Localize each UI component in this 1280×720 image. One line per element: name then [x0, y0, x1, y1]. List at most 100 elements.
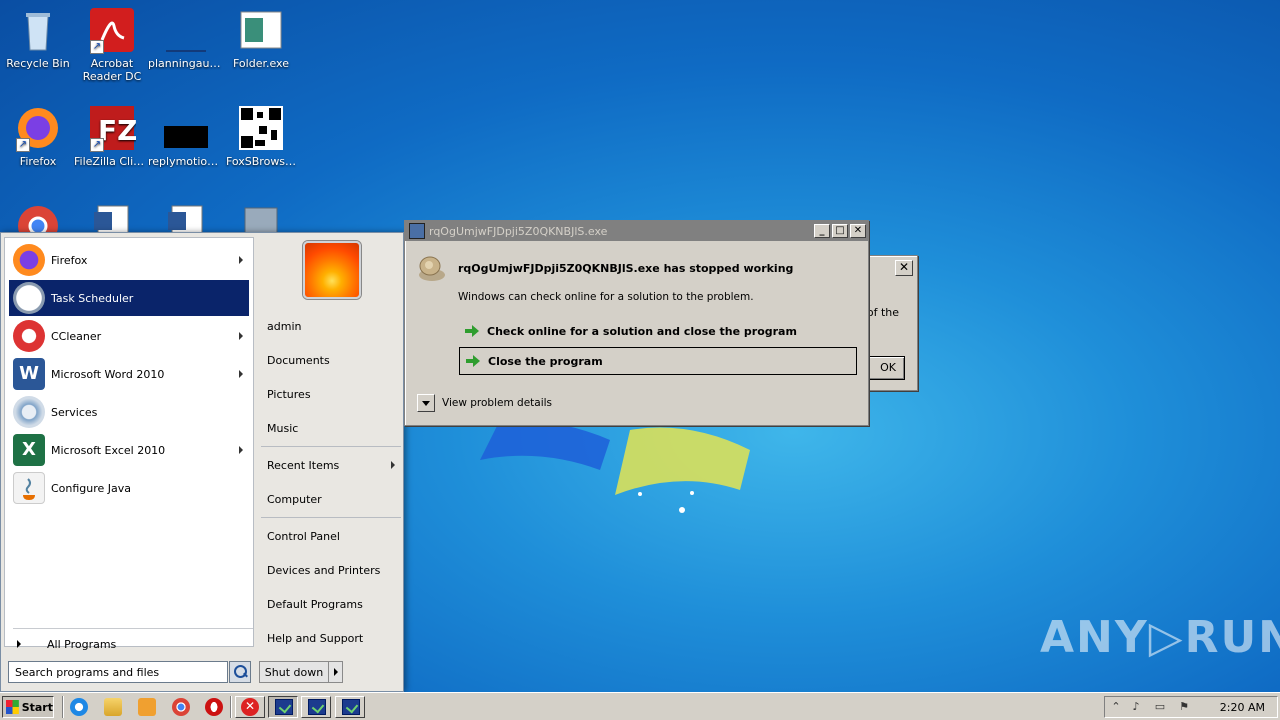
start-link-default-programs[interactable]: Default Programs [259, 590, 401, 618]
network-icon[interactable]: ▭ [1153, 700, 1167, 714]
command-label: Check online for a solution and close th… [487, 324, 797, 338]
app-window-icon [275, 699, 293, 715]
internet-explorer-icon[interactable] [70, 698, 88, 716]
firefox-icon [13, 244, 45, 276]
start-menu: Firefox Task Scheduler CCleaner W Micros… [0, 232, 404, 692]
start-link-admin[interactable]: admin [259, 312, 401, 340]
opera-icon[interactable] [205, 698, 223, 716]
clock[interactable]: 2:20 AM [1220, 701, 1265, 714]
ok-button[interactable]: OK [865, 356, 905, 380]
taskbar-task-3[interactable] [335, 696, 365, 718]
desktop-icon-firefox[interactable]: ↗ Firefox [0, 104, 76, 168]
start-item-label: Configure Java [51, 481, 132, 495]
shutdown-button[interactable]: Shut down [259, 661, 343, 683]
folder-icon[interactable] [104, 698, 122, 716]
chrome-icon[interactable] [172, 698, 190, 716]
divider [13, 628, 253, 629]
acrobat-icon: ↗ [88, 6, 136, 54]
action-center-flag-icon[interactable]: ⚑ [1177, 700, 1191, 714]
start-link-label: Music [267, 421, 299, 435]
taskbar-task-2[interactable] [301, 696, 331, 718]
start-item-task-scheduler[interactable]: Task Scheduler [9, 280, 249, 316]
start-link-music[interactable]: Music [259, 414, 401, 442]
shortcut-arrow-icon: ↗ [16, 138, 30, 152]
desktop-icon-label: Acrobat Reader DC [82, 57, 142, 83]
desktop-icon-filezilla[interactable]: FZ ↗ FileZilla Client [74, 104, 150, 168]
start-button[interactable]: Start [2, 696, 54, 718]
close-program-button[interactable]: Close the program [459, 347, 857, 375]
desktop-icon-replymotion[interactable]: replymotion… [148, 104, 224, 168]
start-link-pictures[interactable]: Pictures [259, 380, 401, 408]
desktop-icon-folder-exe[interactable]: Folder.exe [223, 6, 299, 70]
shortcut-arrow-icon: ↗ [90, 40, 104, 54]
minimize-button[interactable]: _ [814, 224, 830, 238]
search-icon[interactable] [229, 661, 251, 683]
start-item-word[interactable]: W Microsoft Word 2010 [9, 356, 249, 392]
file-icon [162, 104, 210, 152]
windows-flag-icon [6, 700, 19, 714]
desktop-icon-planningaut[interactable]: planningaut… [148, 6, 224, 70]
volume-icon[interactable]: ♪ [1129, 700, 1143, 714]
green-arrow-icon [466, 354, 480, 368]
taskbar-task-error[interactable]: ✕ [235, 696, 265, 718]
divider [62, 696, 64, 718]
close-icon[interactable]: ✕ [895, 260, 913, 276]
start-item-label: Task Scheduler [51, 291, 134, 305]
error-subtext: Windows can check online for a solution … [458, 291, 754, 303]
desktop-icon-label: replymotion… [148, 155, 224, 168]
start-link-devices-printers[interactable]: Devices and Printers [259, 556, 401, 584]
start-link-recent-items[interactable]: Recent Items [259, 451, 401, 479]
start-item-excel[interactable]: X Microsoft Excel 2010 [9, 432, 249, 468]
error-heading: rqOgUmjwFJDpji5Z0QKNBJlS.exe has stopped… [458, 262, 794, 275]
ccleaner-icon [13, 320, 45, 352]
recycle-bin-icon [14, 6, 62, 54]
shutdown-options-arrow-icon[interactable] [328, 662, 342, 682]
start-link-label: Control Panel [267, 529, 340, 543]
desktop-icon-foxsbrows[interactable]: FoxSBrows… [223, 104, 299, 168]
start-link-documents[interactable]: Documents [259, 346, 401, 374]
check-online-button[interactable]: Check online for a solution and close th… [459, 317, 857, 345]
start-link-computer[interactable]: Computer [259, 485, 401, 513]
application-icon [409, 223, 425, 239]
view-details-link[interactable]: View problem details [442, 397, 552, 409]
shortcut-arrow-icon: ↗ [90, 138, 104, 152]
start-link-help-support[interactable]: Help and Support [259, 624, 401, 652]
start-item-services[interactable]: Services [9, 394, 249, 430]
start-link-label: Devices and Printers [267, 563, 381, 577]
all-programs-label: All Programs [47, 637, 117, 651]
firefox-icon: ↗ [14, 104, 62, 152]
start-link-control-panel[interactable]: Control Panel [259, 522, 401, 550]
desktop-icon-label: FoxSBrows… [225, 155, 297, 168]
start-item-firefox[interactable]: Firefox [9, 242, 249, 278]
start-item-label: Microsoft Excel 2010 [51, 443, 166, 457]
show-hidden-icons-icon[interactable]: ⌃ [1109, 700, 1123, 714]
expand-details-icon[interactable] [417, 394, 435, 412]
java-icon [13, 472, 45, 504]
desktop-icon-label: planningaut… [148, 57, 224, 70]
dialog-titlebar[interactable]: rqOgUmjwFJDpji5Z0QKNBJlS.exe _ □ ✕ [405, 221, 868, 241]
window-app-icon [237, 6, 285, 54]
taskbar: Start ✕ ⌃ ♪ ▭ ⚑ 2:20 AM [0, 692, 1280, 720]
desktop-icon-label: Folder.exe [233, 57, 289, 70]
start-item-ccleaner[interactable]: CCleaner [9, 318, 249, 354]
maximize-button[interactable]: □ [832, 224, 848, 238]
program-error-icon [417, 253, 447, 283]
start-link-label: Computer [267, 492, 322, 506]
all-programs-button[interactable]: All Programs [9, 634, 249, 654]
desktop-icon-recycle-bin[interactable]: Recycle Bin [0, 6, 76, 70]
start-label: Start [21, 700, 53, 714]
media-player-icon[interactable] [138, 698, 156, 716]
dialog-title: rqOgUmjwFJDpji5Z0QKNBJlS.exe [429, 224, 608, 238]
user-avatar[interactable] [303, 241, 361, 299]
submenu-arrow-icon [239, 370, 243, 378]
close-button[interactable]: ✕ [850, 224, 866, 238]
desktop-icon-label: Firefox [19, 155, 57, 168]
taskbar-task-1[interactable] [268, 696, 298, 718]
dialog-text: of the [866, 306, 899, 319]
start-menu-places-pane: admin Documents Pictures Music Recent It… [257, 233, 403, 653]
start-item-configure-java[interactable]: Configure Java [9, 470, 249, 506]
desktop-icon-acrobat[interactable]: ↗ Acrobat Reader DC [74, 6, 150, 83]
start-item-label: Microsoft Word 2010 [51, 367, 165, 381]
search-input[interactable]: Search programs and files [8, 661, 228, 683]
app-window-icon [342, 699, 360, 715]
